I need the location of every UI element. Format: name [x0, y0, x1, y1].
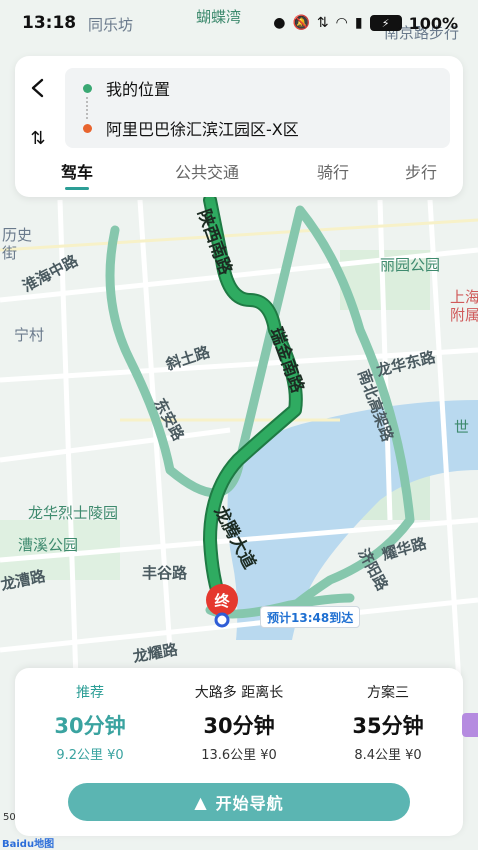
status-time: 13:18 [22, 13, 77, 33]
route-inputs: 我的位置 阿里巴巴徐汇滨江园区-X区 [65, 68, 450, 148]
location-icon: ● [273, 15, 286, 31]
swap-button[interactable]: ⇅ [23, 124, 53, 152]
tab-drive[interactable]: 驾车 [57, 156, 97, 192]
tab-cycling[interactable]: 骑行 [313, 153, 353, 189]
baidu-logo: Baidu地图 [2, 839, 55, 850]
map-label-street: 街 [2, 244, 17, 262]
plan-recommended[interactable]: 推荐 30分钟 9.2公里 ¥0 [15, 682, 165, 763]
destination-dot-icon [83, 123, 92, 133]
map-label-caoxi-park: 漕溪公园 [18, 536, 78, 554]
map-label-fujian: 附属 [450, 306, 478, 324]
tab-drive-label: 驾车 [60, 162, 93, 182]
map-label-shanghai: 上海 [450, 288, 478, 306]
route-search-card: ⇅ 我的位置 阿里巴巴徐汇滨江园区-X区 驾车 公共交通 骑行 步行 [15, 56, 463, 197]
plan-time: 30分钟 [203, 714, 275, 738]
plan-time: 35分钟 [352, 714, 424, 738]
plan-time: 30分钟 [54, 714, 126, 738]
start-navigation-button[interactable]: ▲ 开始导航 [68, 783, 410, 821]
start-navigation-label: 开始导航 [215, 794, 284, 813]
swap-icon: ⇅ [30, 127, 46, 149]
plan-label: 推荐 [76, 685, 104, 701]
wifi-icon: ◠ [335, 15, 348, 31]
data-speed-icon: ⇅ [316, 15, 329, 31]
battery-percent: 100% [408, 13, 458, 33]
map-label-ningcun: 宁村 [14, 326, 44, 344]
map-label-shijia: 世 [454, 418, 469, 436]
route-plans-card: 推荐 30分钟 9.2公里 ¥0 大路多 距离长 30分钟 13.6公里 ¥0 … [15, 668, 463, 836]
map-label-fenggu: 丰谷路 [142, 564, 188, 582]
warning-triangle-icon: ▲ [194, 792, 208, 812]
status-bar: 13:18 ● 🔕 ⇅ ◠ ▮ ⚡ 100% [0, 0, 478, 46]
status-icons: ● 🔕 ⇅ ◠ ▮ ⚡ 100% [273, 14, 458, 33]
sim-icon: ▮ [354, 15, 363, 31]
plan-main-roads[interactable]: 大路多 距离长 30分钟 13.6公里 ¥0 [164, 682, 314, 763]
plan-label: 方案三 [367, 685, 409, 701]
transport-tabs: 驾车 公共交通 骑行 步行 [15, 156, 463, 192]
back-arrow-icon [31, 78, 44, 98]
mute-icon: 🔕 [292, 15, 310, 31]
end-marker-label: 终 [214, 592, 230, 610]
map-scale: 50 [3, 812, 16, 823]
origin-field[interactable]: 我的位置 [65, 68, 450, 108]
tab-active-underline [65, 186, 89, 190]
plan-three[interactable]: 方案三 35分钟 8.4公里 ¥0 [313, 682, 463, 763]
plan-meta: 9.2公里 ¥0 [56, 748, 124, 763]
tab-cycling-label: 骑行 [316, 163, 349, 182]
origin-dot-icon [83, 83, 92, 93]
origin-text: 我的位置 [106, 80, 171, 99]
route-plans: 推荐 30分钟 9.2公里 ¥0 大路多 距离长 30分钟 13.6公里 ¥0 … [15, 668, 463, 764]
plan-meta: 8.4公里 ¥0 [354, 748, 422, 763]
battery-icon: ⚡ [369, 15, 402, 31]
side-assistant-tab[interactable] [462, 713, 478, 737]
destination-text: 阿里巴巴徐汇滨江园区-X区 [106, 120, 299, 139]
arrival-time-badge: 预计13:48到达 [260, 606, 361, 628]
tab-public-transit-label: 公共交通 [174, 163, 239, 182]
map-label-liyuan: 丽园公园 [380, 256, 440, 274]
back-button[interactable] [25, 74, 51, 102]
plan-meta: 13.6公里 ¥0 [201, 748, 277, 763]
tab-walking-label: 步行 [404, 163, 437, 182]
tab-walking[interactable]: 步行 [401, 153, 441, 189]
map-label-history: 历史 [2, 226, 32, 244]
tab-public-transit[interactable]: 公共交通 [167, 153, 247, 189]
plan-label: 大路多 距离长 [194, 685, 284, 701]
map-label-longhua-lieshi: 龙华烈士陵园 [28, 504, 118, 522]
destination-field[interactable]: 阿里巴巴徐汇滨江园区-X区 [65, 108, 450, 148]
